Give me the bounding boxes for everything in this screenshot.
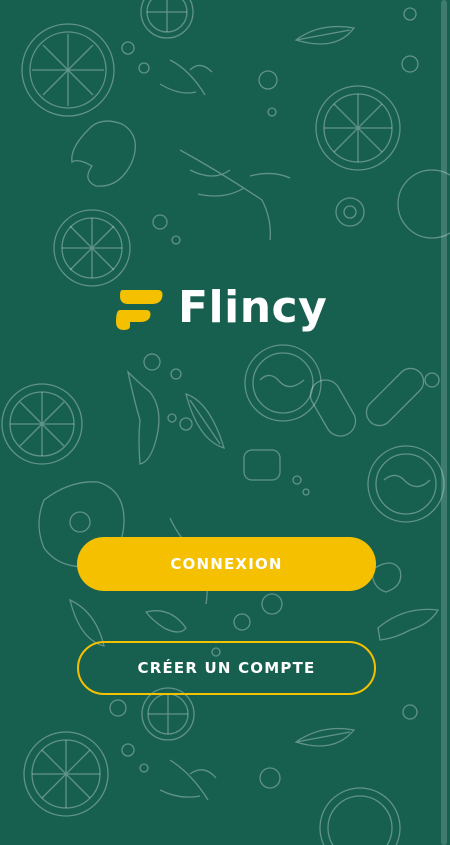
- app-name: Flincy: [178, 282, 328, 333]
- food-doodle-background: [1, 0, 450, 845]
- leaf-icon: [294, 25, 356, 45]
- scrollbar[interactable]: [441, 0, 447, 845]
- lemon-slice-icon: [1, 383, 83, 465]
- leaf-icon: [69, 598, 105, 647]
- parsley-icon: [179, 149, 291, 241]
- tomato-slice-icon: [319, 787, 401, 845]
- parsley-icon: [159, 59, 213, 96]
- flincy-f-logo-icon: [116, 290, 163, 330]
- login-button[interactable]: CONNEXION: [77, 537, 376, 591]
- chili-icon: [377, 608, 440, 641]
- create-account-button[interactable]: CRÉER UN COMPTE: [77, 641, 376, 695]
- parsley-icon: [159, 759, 217, 801]
- tomato-slice-icon: [315, 85, 401, 171]
- tomato-slice-icon: [367, 445, 445, 523]
- leaf-icon: [294, 727, 356, 747]
- tomato-slice-icon: [244, 344, 322, 422]
- mushroom-icon: [71, 120, 136, 187]
- garlic-icon: [371, 562, 402, 593]
- chili-icon: [126, 369, 160, 465]
- app-logo: Flincy: [114, 278, 327, 338]
- chili-icon: [144, 610, 187, 633]
- lemon-slice-icon: [21, 23, 115, 117]
- cucumber-icon: [365, 367, 425, 427]
- lemon-slice-icon: [140, 0, 194, 39]
- lemon-slice-icon: [23, 731, 109, 817]
- orange-slice-icon: [53, 209, 131, 287]
- splash-screen: Flincy CONNEXION CRÉER UN COMPTE: [0, 0, 450, 845]
- orange-slice-icon: [141, 687, 195, 741]
